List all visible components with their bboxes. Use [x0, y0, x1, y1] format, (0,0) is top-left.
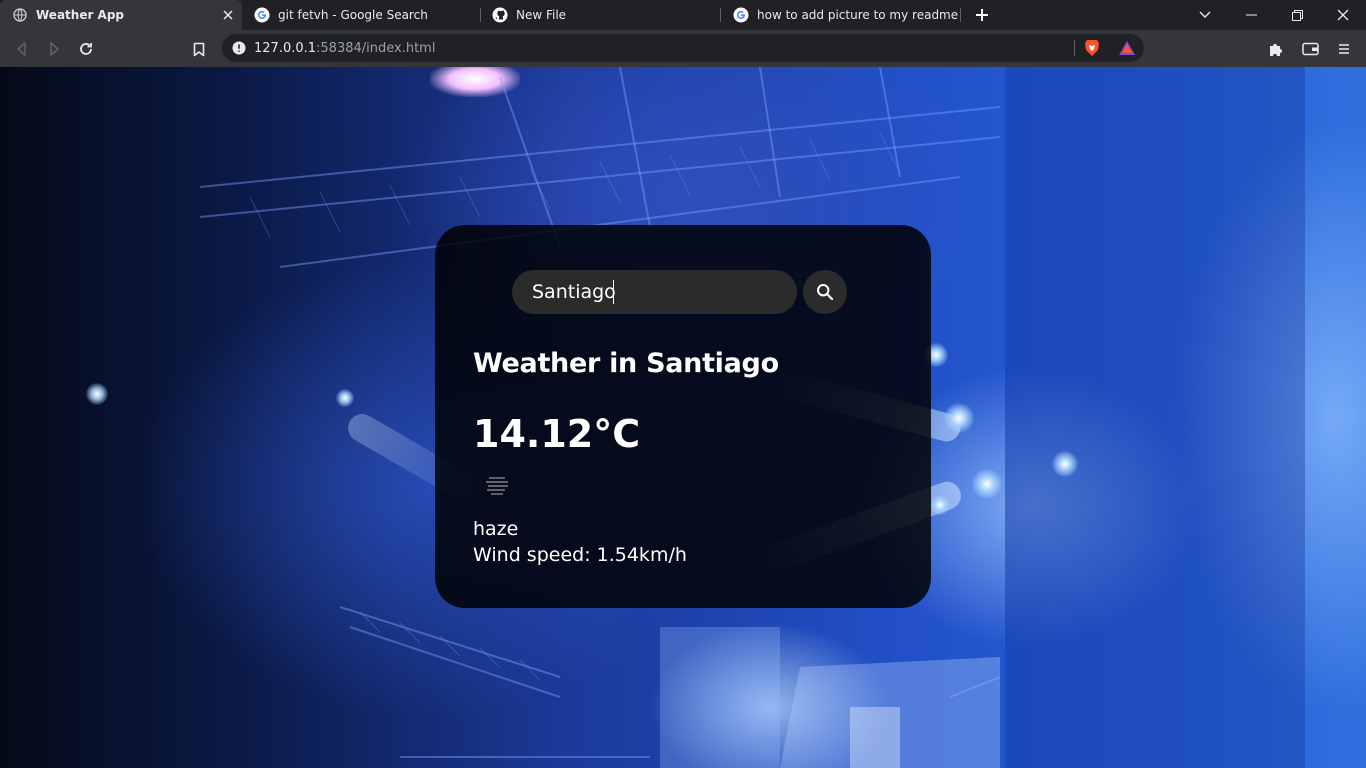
bookmark-icon — [193, 42, 205, 56]
tab-title: how to add picture to my readme - Go — [757, 8, 961, 22]
reload-icon — [80, 43, 92, 55]
restore-button[interactable] — [1274, 0, 1320, 30]
extensions-button[interactable] — [1265, 38, 1287, 60]
github-icon — [492, 7, 508, 23]
tab-weather-app[interactable]: Weather App — [0, 0, 242, 30]
wallet-button[interactable] — [1299, 38, 1321, 60]
page-viewport: Weather in Santiago 14.12°C haze Wind sp… — [0, 67, 1366, 768]
tab-separator — [960, 8, 961, 22]
back-button[interactable] — [11, 38, 33, 60]
back-arrow-icon — [17, 42, 26, 56]
omnibox-divider — [1074, 40, 1075, 56]
city-heading: Weather in Santiago — [473, 348, 779, 379]
url-path: :58384/index.html — [316, 40, 436, 56]
background-spotlight — [336, 389, 354, 407]
browser-toolbar: 127.0.0.1:58384/index.html — [0, 30, 1366, 67]
restore-icon — [1291, 9, 1303, 21]
weather-description: haze — [473, 518, 519, 540]
bookmark-button[interactable] — [188, 38, 210, 60]
address-bar[interactable]: 127.0.0.1:58384/index.html — [222, 34, 1144, 62]
haze-icon — [486, 477, 508, 495]
chevron-down-icon — [1199, 11, 1211, 18]
hamburger-menu-icon — [1339, 44, 1349, 54]
text-cursor — [613, 280, 614, 304]
tab-google-search[interactable]: git fetvh - Google Search — [242, 0, 480, 30]
url-host: 127.0.0.1 — [254, 40, 317, 56]
tab-new-file[interactable]: New File — [480, 0, 720, 30]
city-search-input[interactable] — [512, 270, 797, 314]
plus-icon — [976, 9, 988, 21]
tab-title: git fetvh - Google Search — [278, 8, 428, 22]
close-window-button[interactable] — [1320, 0, 1366, 30]
forward-button[interactable] — [43, 38, 65, 60]
globe-icon — [12, 7, 28, 23]
search-icon — [817, 284, 834, 301]
wallet-icon — [1301, 42, 1319, 56]
tab-title: Weather App — [36, 8, 125, 22]
forward-arrow-icon — [50, 42, 59, 56]
tab-title: New File — [516, 8, 567, 22]
close-icon — [1337, 9, 1349, 21]
puzzle-icon — [1270, 44, 1282, 56]
background-spotlight — [1052, 451, 1078, 477]
tab-readme-search[interactable]: how to add picture to my readme - Go — [721, 0, 961, 30]
url-text: 127.0.0.1:58384/index.html — [254, 41, 435, 56]
brave-shields-icon[interactable] — [1084, 39, 1100, 61]
background-spotlight — [930, 495, 950, 515]
google-icon — [254, 7, 270, 23]
google-icon — [733, 7, 749, 23]
background-spotlight — [944, 403, 974, 433]
temperature: 14.12°C — [473, 412, 641, 456]
reload-button[interactable] — [75, 38, 97, 60]
tab-strip: Weather App git fetvh - Google Search Ne… — [0, 0, 1366, 30]
background-spotlight — [86, 383, 108, 405]
info-icon[interactable] — [232, 41, 246, 55]
brave-rewards-icon[interactable] — [1118, 40, 1136, 60]
weather-card: Weather in Santiago 14.12°C haze Wind sp… — [435, 225, 931, 608]
background-spotlight — [972, 469, 1002, 499]
tab-search-button[interactable] — [1182, 0, 1228, 30]
menu-button[interactable] — [1333, 38, 1355, 60]
wind-speed: Wind speed: 1.54km/h — [473, 544, 687, 566]
search-button[interactable] — [803, 270, 847, 314]
minimize-button[interactable] — [1228, 0, 1274, 30]
close-tab-icon[interactable] — [220, 7, 236, 23]
minimize-icon — [1245, 14, 1257, 16]
new-tab-button[interactable] — [972, 5, 992, 25]
